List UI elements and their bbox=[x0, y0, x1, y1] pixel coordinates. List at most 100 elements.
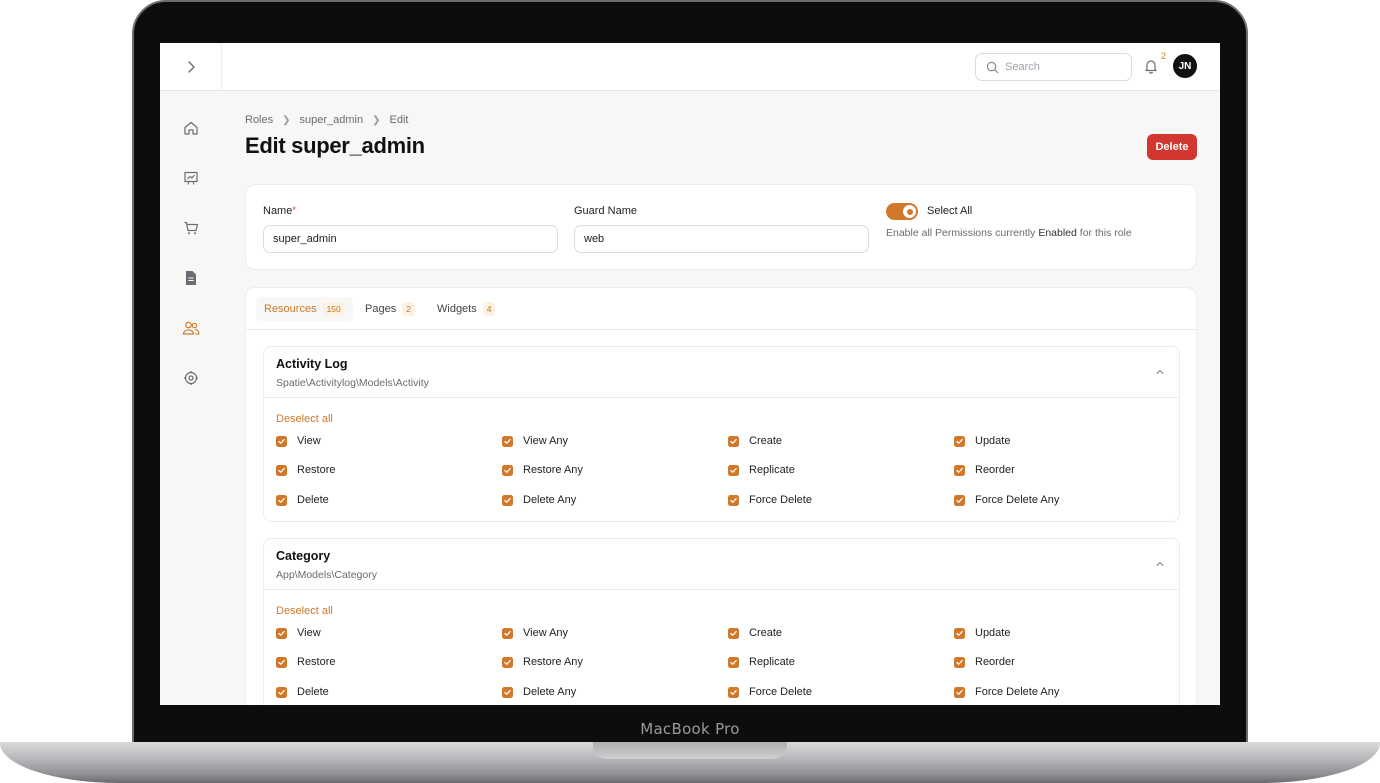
hint-text-post: for this role bbox=[1079, 227, 1132, 239]
checkbox-checked-icon[interactable] bbox=[276, 686, 287, 698]
permission-checkbox-item[interactable]: Force Delete bbox=[728, 494, 812, 506]
sidebar-item-users[interactable] bbox=[181, 318, 201, 338]
checkbox-checked-icon[interactable] bbox=[502, 435, 513, 447]
permission-label: Delete bbox=[297, 686, 329, 698]
permission-tabs: Resources 150 Pages 2 Widgets 4 bbox=[246, 288, 1196, 330]
checkbox-checked-icon[interactable] bbox=[954, 435, 965, 447]
checkbox-checked-icon[interactable] bbox=[728, 686, 739, 698]
select-all-toggle[interactable] bbox=[886, 203, 918, 220]
permission-checkbox-item[interactable]: View Any bbox=[502, 435, 568, 447]
permission-checkbox-item[interactable]: Delete Any bbox=[502, 686, 576, 698]
permission-checkbox-item[interactable]: Restore Any bbox=[502, 464, 583, 476]
checkbox-checked-icon[interactable] bbox=[276, 435, 287, 447]
permission-label: Delete Any bbox=[523, 686, 577, 698]
breadcrumb-role-link[interactable]: super_admin bbox=[300, 114, 364, 126]
permission-label: Restore bbox=[297, 464, 336, 476]
device-label: MacBook Pro bbox=[640, 720, 740, 738]
permission-checkbox-item[interactable]: Reorder bbox=[954, 656, 1015, 668]
tab-widgets[interactable]: Widgets 4 bbox=[429, 297, 503, 321]
permission-checkbox-item[interactable]: Replicate bbox=[728, 656, 795, 668]
tab-pages[interactable]: Pages 2 bbox=[357, 297, 423, 321]
permission-checkbox-item[interactable]: Force Delete Any bbox=[954, 686, 1059, 698]
role-form-card: Name* Guard Name Select All Enable all P… bbox=[245, 184, 1197, 270]
permission-label: Restore Any bbox=[523, 464, 583, 476]
user-avatar[interactable]: JN bbox=[1173, 54, 1197, 78]
permission-checkbox-item[interactable]: Force Delete bbox=[728, 686, 812, 698]
tab-label: Pages bbox=[365, 303, 397, 315]
section-header[interactable]: Category App\Models\Category bbox=[264, 539, 1179, 590]
permission-label: Replicate bbox=[749, 656, 795, 668]
breadcrumb-roles-link[interactable]: Roles bbox=[245, 114, 273, 126]
permission-checkbox-item[interactable]: Restore bbox=[276, 464, 336, 476]
checkbox-checked-icon[interactable] bbox=[728, 494, 739, 506]
name-field[interactable] bbox=[263, 225, 558, 253]
expand-sidebar-button[interactable] bbox=[180, 57, 202, 77]
sidebar-item-home[interactable] bbox=[181, 118, 201, 138]
permission-checkbox-item[interactable]: Update bbox=[954, 435, 1010, 447]
permission-checkbox-item[interactable]: Create bbox=[728, 435, 782, 447]
permission-checkbox-item[interactable]: Create bbox=[728, 627, 782, 639]
checkbox-checked-icon[interactable] bbox=[954, 656, 965, 668]
permissions-card: Resources 150 Pages 2 Widgets 4 Activity… bbox=[245, 287, 1197, 705]
sidebar-item-dashboard[interactable] bbox=[181, 168, 201, 188]
delete-button[interactable]: Delete bbox=[1147, 134, 1197, 160]
checkbox-checked-icon[interactable] bbox=[276, 656, 287, 668]
sidebar-item-settings[interactable] bbox=[181, 368, 201, 388]
search-box[interactable] bbox=[975, 53, 1132, 81]
breadcrumb-separator-icon: ❯ bbox=[282, 114, 291, 126]
checkbox-checked-icon[interactable] bbox=[728, 464, 739, 476]
permission-checkbox-item[interactable]: Replicate bbox=[728, 464, 795, 476]
checkbox-checked-icon[interactable] bbox=[954, 627, 965, 639]
tab-resources[interactable]: Resources 150 bbox=[256, 297, 353, 321]
chevron-up-icon[interactable] bbox=[1155, 367, 1165, 377]
tab-count-badge: 150 bbox=[322, 302, 345, 316]
checkbox-checked-icon[interactable] bbox=[276, 627, 287, 639]
checkbox-checked-icon[interactable] bbox=[276, 464, 287, 476]
permission-label: Force Delete bbox=[749, 686, 812, 698]
checkbox-checked-icon[interactable] bbox=[502, 494, 513, 506]
deselect-all-link[interactable]: Deselect all bbox=[276, 605, 333, 617]
permission-checkbox-item[interactable]: Delete Any bbox=[502, 494, 576, 506]
section-model-path: Spatie\Activitylog\Models\Activity bbox=[276, 377, 429, 389]
users-icon bbox=[182, 321, 200, 335]
checkbox-checked-icon[interactable] bbox=[954, 686, 965, 698]
chevron-up-icon[interactable] bbox=[1155, 559, 1165, 569]
sidebar-item-documents[interactable] bbox=[181, 268, 201, 288]
permission-label: View bbox=[297, 627, 321, 639]
permission-checkbox-item[interactable]: Delete bbox=[276, 494, 329, 506]
checkbox-checked-icon[interactable] bbox=[276, 494, 287, 506]
search-input[interactable] bbox=[1005, 61, 1125, 73]
breadcrumb: Roles ❯ super_admin ❯ Edit bbox=[245, 114, 408, 126]
checkbox-checked-icon[interactable] bbox=[502, 656, 513, 668]
deselect-all-link[interactable]: Deselect all bbox=[276, 413, 333, 425]
permission-checkbox-item[interactable]: Restore Any bbox=[502, 656, 583, 668]
permission-label: Restore bbox=[297, 656, 336, 668]
checkbox-checked-icon[interactable] bbox=[954, 464, 965, 476]
permission-checkbox-item[interactable]: View Any bbox=[502, 627, 568, 639]
permission-checkbox-item[interactable]: View bbox=[276, 435, 321, 447]
checkbox-checked-icon[interactable] bbox=[954, 494, 965, 506]
name-field-label: Name* bbox=[263, 205, 296, 217]
permission-checkbox-item[interactable]: View bbox=[276, 627, 321, 639]
permission-checkbox-item[interactable]: Restore bbox=[276, 656, 336, 668]
checkbox-checked-icon[interactable] bbox=[728, 627, 739, 639]
notifications-button[interactable] bbox=[1143, 58, 1161, 76]
checkbox-checked-icon[interactable] bbox=[502, 627, 513, 639]
section-header[interactable]: Activity Log Spatie\Activitylog\Models\A… bbox=[264, 347, 1179, 398]
document-icon bbox=[186, 271, 196, 285]
permission-checkbox-item[interactable]: Reorder bbox=[954, 464, 1015, 476]
permission-checkbox-item[interactable]: Delete bbox=[276, 686, 329, 698]
permission-label: View bbox=[297, 435, 321, 447]
bell-icon bbox=[1145, 60, 1157, 74]
guard-name-field[interactable] bbox=[574, 225, 869, 253]
permission-checkbox-item[interactable]: Force Delete Any bbox=[954, 494, 1059, 506]
checkbox-checked-icon[interactable] bbox=[728, 435, 739, 447]
checkbox-checked-icon[interactable] bbox=[728, 656, 739, 668]
sidebar-item-shop[interactable] bbox=[181, 218, 201, 238]
permission-label: Reorder bbox=[975, 464, 1015, 476]
checkbox-checked-icon[interactable] bbox=[502, 464, 513, 476]
checkbox-checked-icon[interactable] bbox=[502, 686, 513, 698]
permission-checkbox-item[interactable]: Update bbox=[954, 627, 1010, 639]
chevron-right-icon bbox=[188, 61, 195, 73]
laptop-notch bbox=[593, 742, 787, 759]
